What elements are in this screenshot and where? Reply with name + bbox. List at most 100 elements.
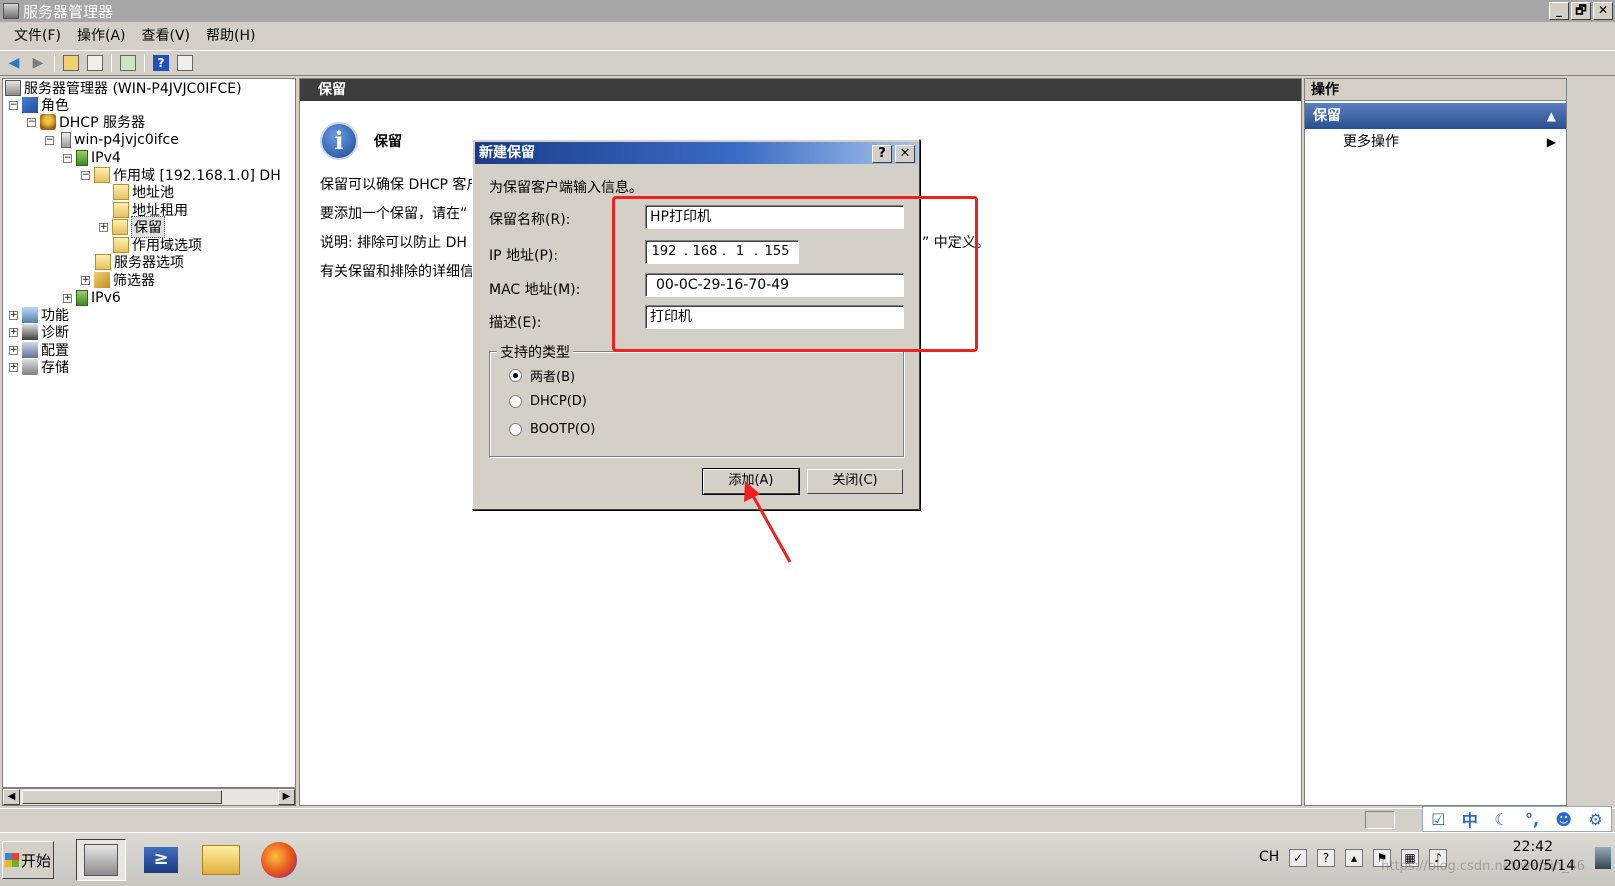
expand-icon[interactable]: + (9, 327, 18, 337)
expand-icon[interactable]: + (9, 345, 18, 355)
menu-view[interactable]: 查看(V) (134, 25, 199, 45)
language-indicator[interactable]: CH (1259, 849, 1279, 865)
collapse-caret-icon[interactable]: ▲ (1547, 103, 1556, 129)
tree-item-address-pool[interactable]: 地址池 (113, 183, 174, 201)
clock-date[interactable]: 2020/5/14 (1503, 858, 1575, 874)
status-bar (0, 808, 1615, 830)
radio-label: DHCP(D) (530, 394, 587, 409)
ime-check-icon[interactable]: ✓ (1289, 849, 1307, 867)
collapse-icon[interactable]: − (9, 100, 18, 110)
more-actions-label: 更多操作 (1343, 134, 1399, 150)
collapse-icon[interactable]: − (27, 117, 36, 127)
menu-help[interactable]: 帮助(H) (198, 25, 263, 45)
radio-selected-icon[interactable] (509, 369, 522, 382)
expand-icon[interactable]: + (9, 310, 18, 320)
folder-icon (95, 254, 111, 270)
forward-arrow-icon[interactable]: ▶ (28, 54, 48, 72)
ip-address-input[interactable]: 192 . 168 . 1 . 155 (645, 240, 799, 264)
ime-moon-icon[interactable]: ☾ (1494, 810, 1508, 829)
ip-octet[interactable]: 155 (760, 241, 794, 263)
menu-file[interactable]: 文件(F) (6, 25, 69, 45)
scroll-left-icon[interactable]: ◀ (3, 789, 20, 805)
actions-header: 操作 (1305, 79, 1566, 101)
ime-mode[interactable]: 中 (1462, 807, 1478, 831)
collapse-icon[interactable]: − (63, 153, 72, 163)
taskbar-server-manager[interactable] (76, 839, 126, 881)
scroll-right-icon[interactable]: ▶ (278, 789, 295, 805)
expand-icon[interactable]: + (63, 293, 72, 303)
start-button[interactable]: 开始 (2, 841, 54, 879)
add-button[interactable]: 添加(A) (702, 468, 800, 495)
ime-user-icon[interactable]: ☻ (1555, 810, 1572, 829)
expand-icon[interactable]: + (9, 362, 18, 372)
tree-item-storage[interactable]: + 存储 (9, 358, 69, 376)
help-icon[interactable]: ? (151, 54, 171, 72)
ip-dot: . (721, 244, 727, 259)
tree-item-scope[interactable]: − 作用域 [192.168.1.0] DH (81, 166, 281, 184)
scroll-thumb[interactable] (22, 790, 222, 804)
collapse-icon[interactable]: − (45, 135, 54, 145)
show-hide-action-pane-icon[interactable] (175, 54, 195, 72)
system-tray: CH ✓ ? ▴ ⚑ ▦ ♪ https://blog.csdn.net/wei… (1245, 833, 1615, 886)
close-dialog-button[interactable]: 关闭(C) (807, 469, 903, 494)
server-manager-icon (5, 80, 21, 96)
mac-address-label: MAC 地址(M): (489, 282, 581, 298)
ime-punct-icon[interactable]: °, (1525, 810, 1539, 829)
tree-item-ipv6[interactable]: + IPv6 (63, 289, 121, 307)
submenu-arrow-icon: ▶ (1546, 135, 1556, 149)
taskbar-firefox[interactable] (254, 839, 304, 881)
ime-check-icon[interactable]: ☑ (1431, 810, 1445, 829)
back-arrow-icon[interactable]: ◀ (4, 54, 24, 72)
expand-icon[interactable]: + (99, 222, 108, 232)
tree-label: 诊断 (41, 325, 69, 341)
clock-time[interactable]: 22:42 (1513, 839, 1553, 855)
close-button[interactable]: ✕ (1593, 2, 1613, 20)
reservation-name-input[interactable]: HP打印机 (645, 205, 904, 229)
ip-octet[interactable]: 1 (728, 241, 752, 263)
tree-item-reservations[interactable]: + 保留 (99, 216, 165, 238)
tree-item-dhcp-server[interactable]: − DHCP 服务器 (27, 113, 145, 131)
content-title: 保留 (374, 134, 402, 150)
folder-icon (94, 167, 110, 183)
collapse-icon[interactable]: − (81, 170, 90, 180)
tray-expand-icon[interactable]: ▴ (1345, 849, 1363, 867)
dialog-help-button[interactable]: ? (872, 145, 892, 163)
ipv4-icon (76, 150, 88, 166)
radio-both[interactable]: 两者(B) (509, 366, 575, 385)
radio-unselected-icon[interactable] (509, 395, 522, 408)
radio-unselected-icon[interactable] (509, 423, 522, 436)
dialog-close-button[interactable]: ✕ (895, 145, 915, 163)
tree-item-filters[interactable]: + 筛选器 (81, 271, 155, 289)
content-header: 保留 (300, 79, 1301, 101)
mac-address-input[interactable]: 00-0C-29-16-70-49 (645, 273, 904, 297)
filter-icon (94, 272, 110, 288)
tree-item-diagnostics[interactable]: + 诊断 (9, 323, 69, 341)
menu-action[interactable]: 操作(A) (69, 25, 134, 45)
tree-item-host[interactable]: − win-p4jvjc0ifce (45, 131, 179, 149)
windows-logo-icon (4, 853, 19, 867)
refresh-icon[interactable] (118, 54, 138, 72)
folder-icon (113, 202, 129, 218)
toolbar: ◀ ▶ ? (0, 50, 1615, 76)
minimize-button[interactable]: _ (1549, 2, 1569, 20)
ime-gear-icon[interactable]: ⚙ (1588, 810, 1602, 829)
more-actions-item[interactable]: 更多操作 ▶ (1305, 129, 1566, 155)
tree-item-server-options[interactable]: 服务器选项 (95, 253, 184, 271)
help-icon[interactable]: ? (1317, 849, 1335, 867)
radio-dhcp[interactable]: DHCP(D) (509, 394, 587, 409)
ip-octet[interactable]: 168 (690, 241, 720, 263)
ip-octet[interactable]: 192 (646, 241, 682, 263)
show-hide-tree-icon[interactable] (85, 54, 105, 72)
show-desktop-button[interactable] (1595, 847, 1611, 869)
restore-button[interactable]: 🗗 (1571, 2, 1591, 20)
taskbar-explorer[interactable] (196, 839, 246, 881)
ip-dot: . (683, 244, 689, 259)
taskbar-powershell[interactable]: ≥ (136, 839, 186, 881)
description-input[interactable]: 打印机 (645, 305, 904, 329)
storage-icon (22, 359, 38, 375)
tree-horizontal-scrollbar[interactable]: ◀ ▶ (2, 788, 296, 806)
up-level-icon[interactable] (61, 54, 81, 72)
radio-bootp[interactable]: BOOTP(O) (509, 422, 595, 437)
actions-group-reservations[interactable]: 保留 ▲ (1305, 103, 1566, 129)
expand-icon[interactable]: + (81, 275, 90, 285)
